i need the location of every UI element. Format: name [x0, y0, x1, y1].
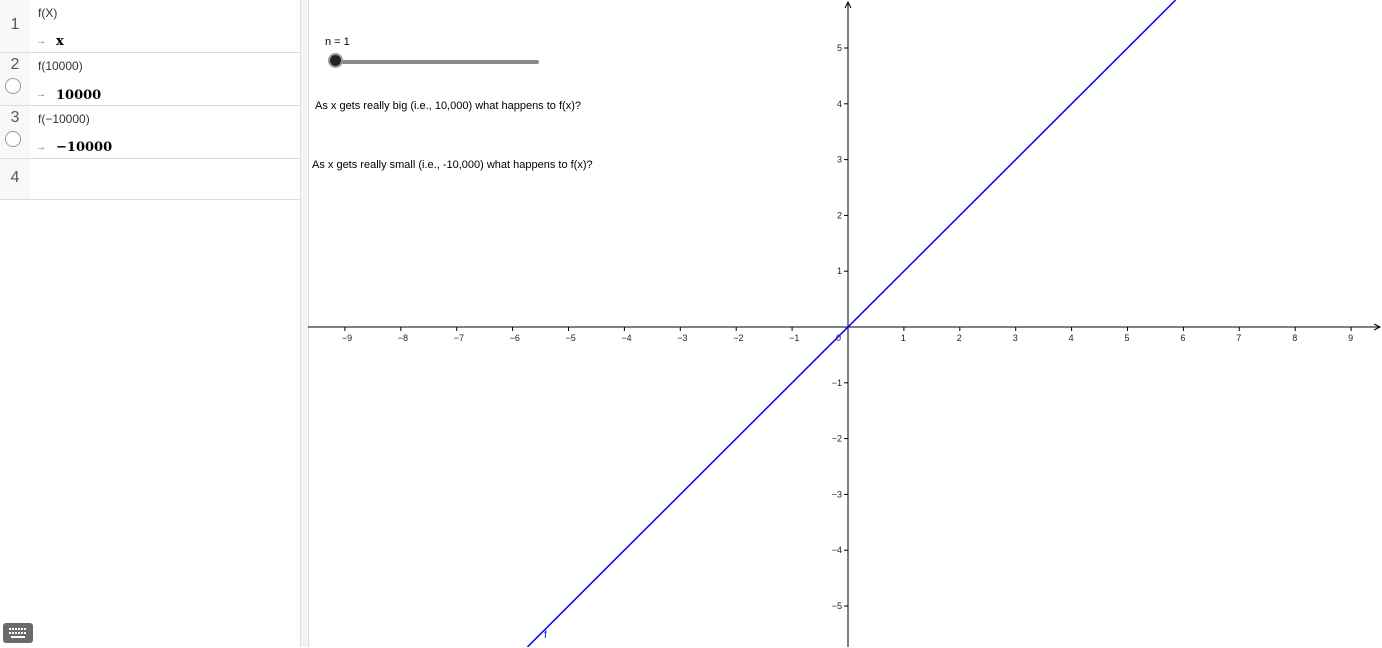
y-tick-label: −1 [832, 378, 842, 388]
y-tick-label: −3 [832, 489, 842, 499]
x-tick-label: 9 [1348, 333, 1353, 343]
x-tick-label: 3 [1013, 333, 1018, 343]
y-tick-label: −2 [832, 434, 842, 444]
coordinate-plane[interactable]: −9 −8 −7 −6 −5 −4 −3 −2 −1 0 1 2 3 4 5 6 7 8 9 54321−1−2−3… [0, 0, 1382, 647]
function-label: f [544, 630, 547, 641]
y-tick-label: 2 [837, 210, 842, 220]
x-tick-label: −8 [398, 333, 408, 343]
x-tick-label: −7 [454, 333, 464, 343]
x-tick-label: −4 [621, 333, 631, 343]
x-tick-label: −1 [789, 333, 799, 343]
x-tick-label: 2 [957, 333, 962, 343]
question-big-text: As x gets really big (i.e., 10,000) what… [315, 100, 581, 112]
x-tick-label: −2 [733, 333, 743, 343]
y-tick-label: −5 [832, 601, 842, 611]
x-tick-label: −3 [677, 333, 687, 343]
x-tick-label: −9 [342, 333, 352, 343]
y-tick-label: 4 [837, 99, 842, 109]
x-tick-label: 8 [1292, 333, 1297, 343]
slider-label: n = 1 [325, 36, 350, 48]
x-tick-label: −6 [510, 333, 520, 343]
x-tick-label: 6 [1180, 333, 1185, 343]
function-line-f[interactable] [526, 0, 1177, 647]
x-tick-label: 5 [1125, 333, 1130, 343]
y-tick-label: −4 [832, 545, 842, 555]
x-tick-label: −5 [566, 333, 576, 343]
x-tick-label: 7 [1236, 333, 1241, 343]
slider-handle[interactable] [328, 53, 343, 68]
slider-track[interactable] [336, 60, 539, 64]
question-small-text: As x gets really small (i.e., -10,000) w… [312, 159, 593, 171]
x-tick-label: 4 [1069, 333, 1074, 343]
y-tick-label: 5 [837, 43, 842, 53]
y-tick-label: 3 [837, 155, 842, 165]
y-tick-label: 1 [837, 266, 842, 276]
x-tick-label: 1 [901, 333, 906, 343]
